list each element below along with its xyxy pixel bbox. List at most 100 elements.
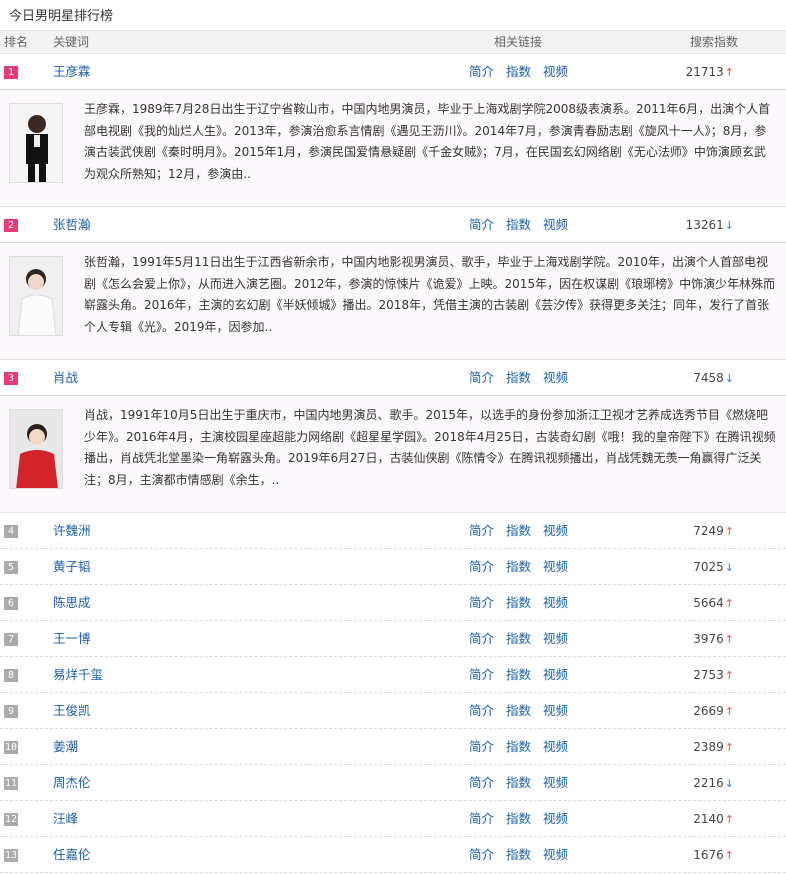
arrow-up-icon: ↑ [724,849,734,862]
arrow-down-icon: ↓ [724,372,734,385]
index-value: 3976 [693,632,724,646]
table-row: 2 张哲瀚 简介 指数 视频 13261↓ [0,207,786,243]
table-row: 1 王彦霖 简介 指数 视频 21713↑ [0,54,786,90]
arrow-up-icon: ↑ [724,669,734,682]
intro-link[interactable]: 简介 [469,631,494,646]
search-index: 5664↑ [693,585,734,622]
keyword-link[interactable]: 王一博 [53,621,91,657]
keyword-link[interactable]: 许魏洲 [53,513,91,549]
keyword-link[interactable]: 周杰伦 [53,765,91,801]
index-link[interactable]: 指数 [506,217,531,232]
intro-link[interactable]: 简介 [469,775,494,790]
rank-badge: 9 [4,705,18,718]
intro-link[interactable]: 简介 [469,217,494,232]
keyword-link[interactable]: 任嘉伦 [53,837,91,873]
index-link[interactable]: 指数 [506,370,531,385]
index-link[interactable]: 指数 [506,64,531,79]
arrow-up-icon: ↑ [724,597,734,610]
video-link[interactable]: 视频 [543,64,568,79]
intro-link[interactable]: 简介 [469,847,494,862]
rank-badge: 5 [4,561,18,574]
video-link[interactable]: 视频 [543,775,568,790]
index-value: 2753 [693,668,724,682]
avatar[interactable] [9,409,63,489]
index-link[interactable]: 指数 [506,847,531,862]
index-link[interactable]: 指数 [506,811,531,826]
keyword-link[interactable]: 王彦霖 [53,54,91,90]
rank-badge: 2 [4,219,18,232]
keyword-link[interactable]: 陈思成 [53,585,91,621]
avatar[interactable] [9,256,63,336]
keyword-link[interactable]: 易烊千玺 [53,657,103,693]
index-value: 2389 [693,740,724,754]
video-link[interactable]: 视频 [543,631,568,646]
avatar[interactable] [9,103,63,183]
arrow-down-icon: ↓ [724,561,734,574]
intro-link[interactable]: 简介 [469,811,494,826]
search-index: 7458↓ [693,360,734,397]
keyword-link[interactable]: 肖战 [53,360,78,396]
table-row: 11 周杰伦 简介 指数 视频 2216↓ [0,765,786,801]
video-link[interactable]: 视频 [543,667,568,682]
video-link[interactable]: 视频 [543,217,568,232]
index-link[interactable]: 指数 [506,523,531,538]
arrow-down-icon: ↓ [724,777,734,790]
related-links: 简介 指数 视频 [469,207,580,243]
rank-badge: 6 [4,597,18,610]
video-link[interactable]: 视频 [543,370,568,385]
search-index: 2753↑ [693,657,734,694]
intro-link[interactable]: 简介 [469,559,494,574]
header-keyword: 关键词 [53,35,90,49]
index-link[interactable]: 指数 [506,739,531,754]
related-links: 简介 指数 视频 [469,513,580,549]
arrow-up-icon: ↑ [724,813,734,826]
table-row: 4 许魏洲 简介 指数 视频 7249↑ [0,513,786,549]
intro-link[interactable]: 简介 [469,523,494,538]
rank-badge: 3 [4,372,18,385]
table-row: 12 汪峰 简介 指数 视频 2140↑ [0,801,786,837]
keyword-link[interactable]: 王俊凯 [53,693,91,729]
related-links: 简介 指数 视频 [469,837,580,873]
video-link[interactable]: 视频 [543,847,568,862]
video-link[interactable]: 视频 [543,811,568,826]
intro-link[interactable]: 简介 [469,739,494,754]
video-link[interactable]: 视频 [543,595,568,610]
search-index: 2216↓ [693,765,734,802]
search-index: 13261↓ [686,207,734,244]
keyword-link[interactable]: 姜潮 [53,729,78,765]
intro-link[interactable]: 简介 [469,64,494,79]
index-link[interactable]: 指数 [506,631,531,646]
related-links: 简介 指数 视频 [469,621,580,657]
related-links: 简介 指数 视频 [469,657,580,693]
index-link[interactable]: 指数 [506,595,531,610]
header-rank: 排名 [4,35,29,49]
intro-link[interactable]: 简介 [469,370,494,385]
video-link[interactable]: 视频 [543,739,568,754]
keyword-link[interactable]: 张哲瀚 [53,207,91,243]
related-links: 简介 指数 视频 [469,54,580,90]
keyword-link[interactable]: 黄子韬 [53,549,91,585]
page-title: 今日男明星排行榜 [0,0,786,30]
related-links: 简介 指数 视频 [469,693,580,729]
index-link[interactable]: 指数 [506,703,531,718]
arrow-up-icon: ↑ [724,741,734,754]
search-index: 21713↑ [686,54,734,91]
intro-link[interactable]: 简介 [469,595,494,610]
related-links: 简介 指数 视频 [469,765,580,801]
video-link[interactable]: 视频 [543,559,568,574]
detail-panel: 张哲瀚，1991年5月11日出生于江西省新余市，中国内地影视男演员、歌手，毕业于… [0,243,786,360]
index-value: 2669 [693,704,724,718]
intro-link[interactable]: 简介 [469,667,494,682]
keyword-link[interactable]: 汪峰 [53,801,78,837]
search-index: 7025↓ [693,549,734,586]
video-link[interactable]: 视频 [543,703,568,718]
search-index: 2140↑ [693,801,734,838]
intro-link[interactable]: 简介 [469,703,494,718]
index-link[interactable]: 指数 [506,775,531,790]
video-link[interactable]: 视频 [543,523,568,538]
arrow-up-icon: ↑ [724,633,734,646]
rank-badge: 13 [4,849,18,862]
table-row: 3 肖战 简介 指数 视频 7458↓ [0,360,786,396]
index-link[interactable]: 指数 [506,667,531,682]
index-link[interactable]: 指数 [506,559,531,574]
